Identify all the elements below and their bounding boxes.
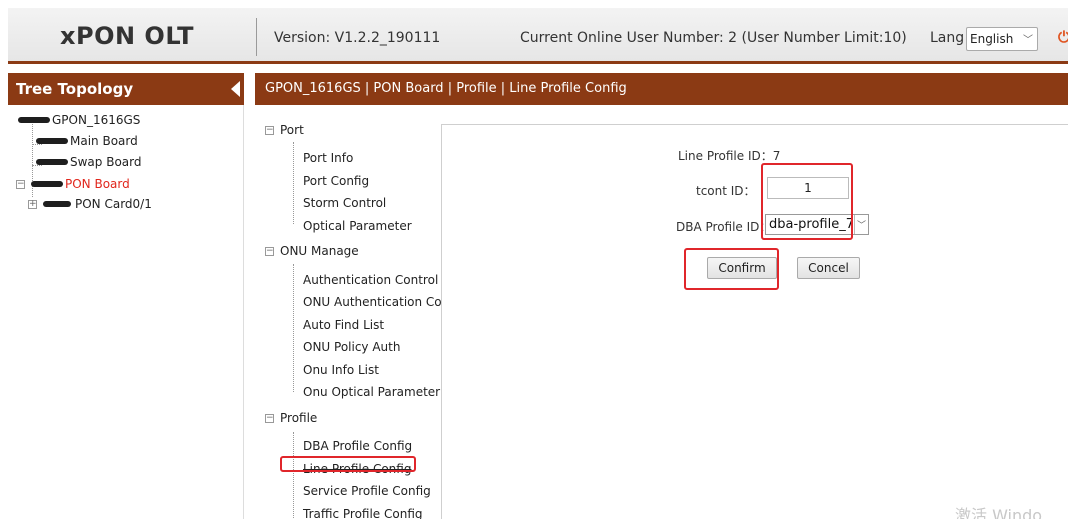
- tree-topology-panel: Tree Topology GPON_1616GS Main Board Swa…: [8, 73, 244, 519]
- lang-label: Lang: [930, 30, 965, 46]
- menu-item-traffic-profile-config[interactable]: Traffic Profile Config: [303, 507, 423, 519]
- collapse-minus-icon[interactable]: −: [265, 414, 274, 423]
- dba-profile-id-label: DBA Profile ID：: [676, 220, 772, 234]
- menu-item-port-config[interactable]: Port Config: [303, 174, 369, 188]
- card-icon: [43, 200, 71, 207]
- cancel-button[interactable]: Concel: [797, 257, 860, 279]
- olt-device-icon: [18, 116, 50, 123]
- menu-item-port-info[interactable]: Port Info: [303, 151, 353, 165]
- menu-group-onu-manage-label: ONU Manage: [280, 244, 359, 258]
- header-divider: [256, 18, 257, 56]
- tree-node-swap-board-label: Swap Board: [70, 155, 142, 169]
- expand-plus-icon[interactable]: +: [28, 200, 37, 209]
- breadcrumb: GPON_1616GS | PON Board | Profile | Line…: [265, 81, 627, 96]
- highlight-box-menu: [280, 456, 416, 472]
- chevron-down-icon: ﹀: [854, 215, 868, 234]
- board-icon: [31, 180, 63, 187]
- breadcrumb-bar: GPON_1616GS | PON Board | Profile | Line…: [255, 73, 1068, 105]
- menu-item-dba-profile-config[interactable]: DBA Profile Config: [303, 439, 412, 453]
- menu-group-port-label: Port: [280, 123, 304, 137]
- menu-item-auto-find-list[interactable]: Auto Find List: [303, 318, 384, 332]
- tcont-id-label: tcont ID：: [696, 184, 756, 198]
- tree-node-main-board[interactable]: Main Board: [36, 134, 138, 148]
- power-icon[interactable]: ⏻: [1058, 28, 1068, 46]
- tree-topology-header: Tree Topology: [8, 73, 244, 105]
- menu-connector: [293, 142, 294, 224]
- menu-item-onu-authentication[interactable]: ONU Authentication Cor: [303, 295, 447, 309]
- collapse-minus-icon[interactable]: −: [16, 180, 25, 189]
- menu-connector: [293, 432, 294, 519]
- language-select[interactable]: English ﹀: [966, 27, 1038, 51]
- line-profile-id-label: Line Profile ID：7: [678, 147, 780, 164]
- tree-node-pon-board-label: PON Board: [65, 177, 130, 191]
- app-header: xPON OLT Version: V1.2.2_190111 Current …: [0, 0, 1068, 64]
- line-profile-id-label-text: Line Profile ID：: [678, 149, 773, 163]
- line-profile-form: Line Profile ID：7 tcont ID： 1 DBA Profil…: [441, 124, 1068, 519]
- activation-watermark: 激活 Windo: [955, 506, 1043, 519]
- menu-item-storm-control[interactable]: Storm Control: [303, 196, 386, 210]
- highlight-box-fields: [761, 163, 853, 240]
- tree-node-root-label: GPON_1616GS: [52, 113, 141, 127]
- collapse-left-icon[interactable]: [231, 81, 240, 97]
- menu-item-optical-parameter[interactable]: Optical Parameter: [303, 219, 412, 233]
- menu-group-port[interactable]: − Port: [265, 123, 304, 137]
- chevron-down-icon: ﹀: [1023, 35, 1033, 46]
- tree-node-pon-card[interactable]: + PON Card0/1: [28, 197, 152, 211]
- board-icon: [36, 137, 68, 144]
- tree-node-root[interactable]: GPON_1616GS: [18, 113, 140, 127]
- app-title: xPON OLT: [60, 22, 195, 50]
- tree-topology-title: Tree Topology: [16, 80, 134, 98]
- menu-item-service-profile-config[interactable]: Service Profile Config: [303, 484, 431, 498]
- menu-group-profile[interactable]: − Profile: [265, 411, 317, 425]
- highlight-box-confirm: [684, 248, 779, 290]
- header-bar: xPON OLT Version: V1.2.2_190111 Current …: [8, 8, 1068, 64]
- menu-item-onu-policy-auth[interactable]: ONU Policy Auth: [303, 340, 400, 354]
- tree-node-main-board-label: Main Board: [70, 134, 138, 148]
- menu-connector: [293, 264, 294, 392]
- menu-item-onu-info-list[interactable]: Onu Info List: [303, 363, 379, 377]
- menu-item-authentication-control[interactable]: Authentication Control: [303, 273, 438, 287]
- line-profile-id-value: 7: [772, 149, 781, 163]
- tree-node-pon-card-label: PON Card0/1: [75, 197, 152, 211]
- menu-item-onu-optical-parameter[interactable]: Onu Optical Parameter: [303, 385, 440, 399]
- version-text: Version: V1.2.2_190111: [274, 30, 441, 46]
- board-icon: [36, 158, 68, 165]
- language-select-value: English: [970, 32, 1014, 46]
- collapse-minus-icon[interactable]: −: [265, 247, 274, 256]
- menu-group-profile-label: Profile: [280, 411, 318, 425]
- collapse-minus-icon[interactable]: −: [265, 126, 274, 135]
- menu-group-onu-manage[interactable]: − ONU Manage: [265, 244, 359, 258]
- tree-node-pon-board[interactable]: − PON Board: [16, 177, 130, 191]
- online-users-text: Current Online User Number: 2 (User Numb…: [520, 30, 907, 46]
- tree-node-swap-board[interactable]: Swap Board: [36, 155, 141, 169]
